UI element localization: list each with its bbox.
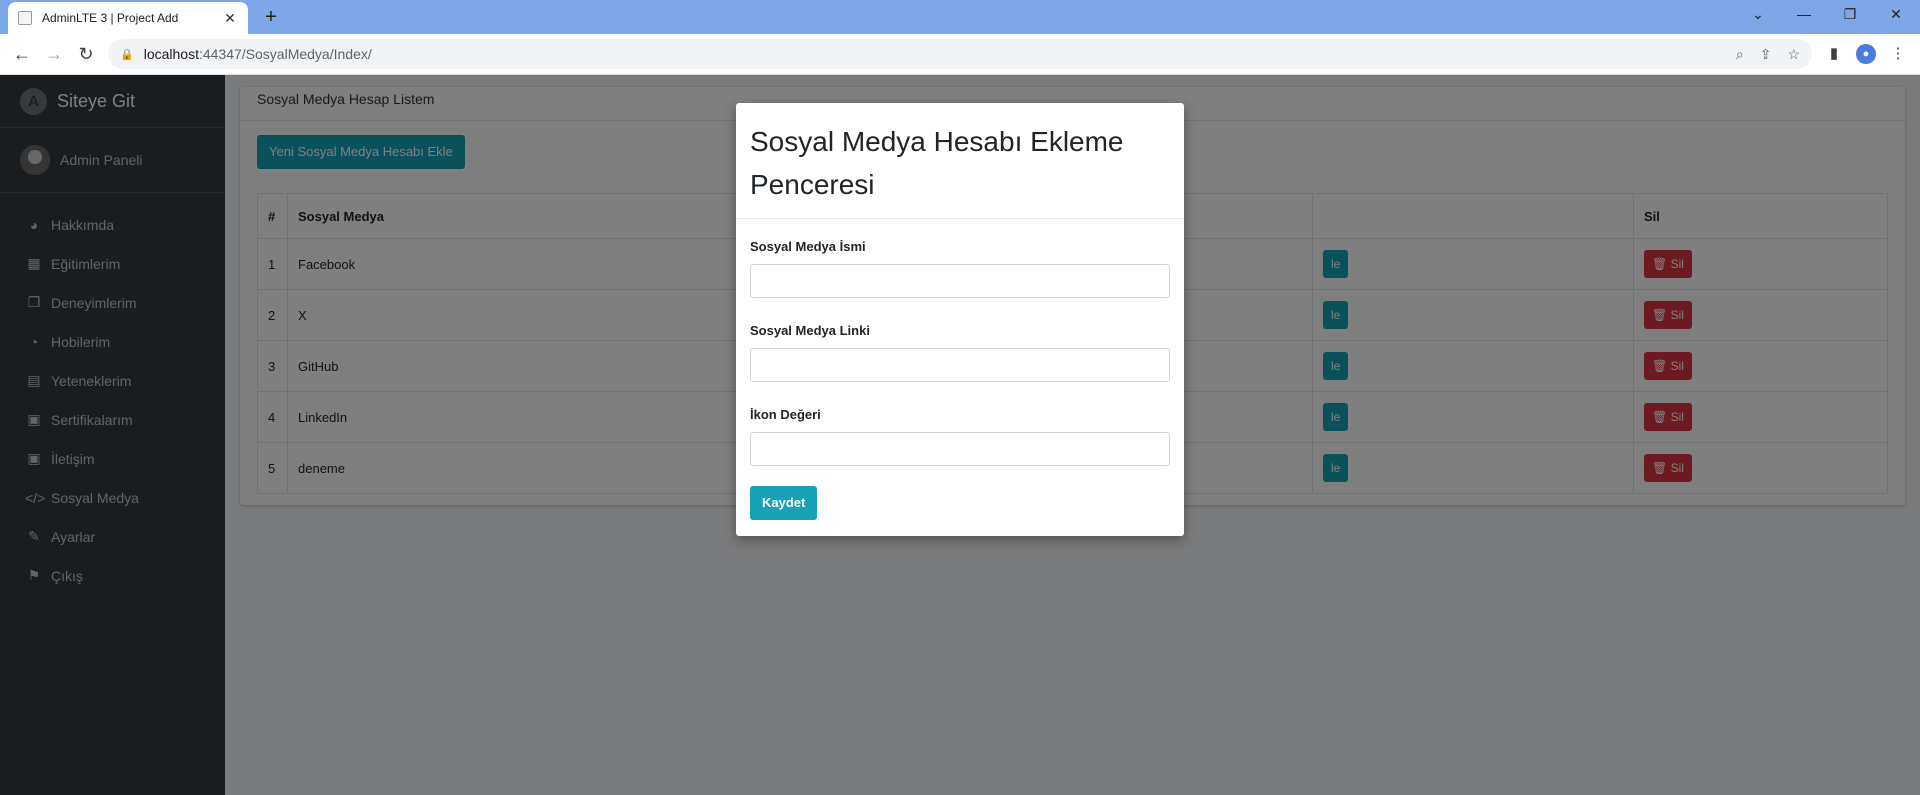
share-icon[interactable]: ⇪	[1760, 46, 1772, 63]
back-icon[interactable]: ←	[10, 42, 34, 66]
social-media-link-input[interactable]	[750, 348, 1170, 382]
browser-tab[interactable]: AdminLTE 3 | Project Add ✕	[8, 2, 248, 34]
address-bar[interactable]: 🔒 localhost:44347/SosyalMedya/Index/ ⌕ ⇪…	[108, 39, 1812, 69]
modal-body: Sosyal Medya İsmi Sosyal Medya Linki İko…	[736, 219, 1184, 532]
side-panel-icon[interactable]: ▮	[1822, 42, 1846, 66]
reload-icon[interactable]: ↻	[74, 42, 98, 66]
tab-close-icon[interactable]: ✕	[222, 10, 238, 27]
icon-value-input[interactable]	[750, 432, 1170, 466]
url-path: :44347/SosyalMedya/Index/	[198, 46, 372, 62]
minimize-icon[interactable]: —	[1789, 4, 1819, 24]
window-close-icon[interactable]: ✕	[1881, 4, 1911, 24]
social-media-name-input[interactable]	[750, 264, 1170, 298]
lock-icon: 🔒	[120, 48, 134, 61]
restore-icon[interactable]: ❐	[1835, 4, 1865, 24]
profile-avatar-icon[interactable]: ●	[1856, 44, 1876, 64]
icon-value-label: İkon Değeri	[750, 407, 821, 422]
tab-title: AdminLTE 3 | Project Add	[42, 11, 179, 25]
forward-icon[interactable]: →	[42, 42, 66, 66]
browser-tab-strip: AdminLTE 3 | Project Add ✕ + ⌄ — ❐ ✕	[0, 0, 1920, 34]
menu-kebab-icon[interactable]: ⋮	[1886, 42, 1910, 66]
add-social-media-modal: Sosyal Medya Hesabı Ekleme Penceresi Sos…	[736, 103, 1184, 536]
save-button[interactable]: Kaydet	[750, 486, 818, 520]
url-text[interactable]: localhost:44347/SosyalMedya/Index/	[144, 46, 1720, 62]
url-host: localhost	[143, 46, 199, 62]
new-tab-icon[interactable]: +	[260, 6, 282, 28]
social-media-name-label: Sosyal Medya İsmi	[750, 239, 866, 254]
zoom-icon[interactable]: ⌕	[1736, 46, 1744, 63]
modal-header: Sosyal Medya Hesabı Ekleme Penceresi	[736, 103, 1184, 219]
modal-title: Sosyal Medya Hesabı Ekleme Penceresi	[750, 126, 1124, 200]
page-favicon-icon	[18, 11, 32, 25]
social-media-link-label: Sosyal Medya Linki	[750, 323, 870, 338]
browser-toolbar: ← → ↻ 🔒 localhost:44347/SosyalMedya/Inde…	[0, 34, 1920, 75]
bookmark-star-icon[interactable]: ☆	[1787, 46, 1800, 63]
tab-search-chevron-icon[interactable]: ⌄	[1743, 4, 1773, 24]
